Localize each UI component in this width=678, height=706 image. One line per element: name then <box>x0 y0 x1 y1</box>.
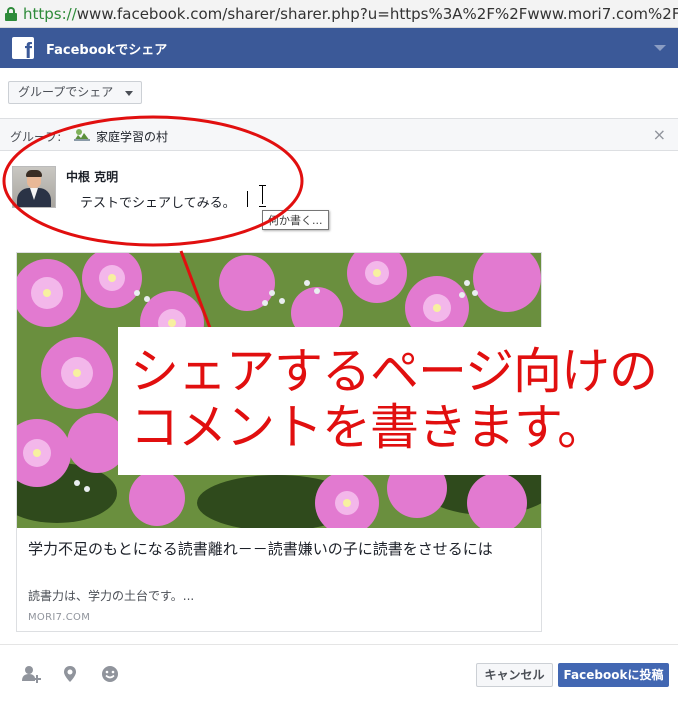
link-description: 読書力は、学力の土台です。... <box>28 589 195 603</box>
annotation-line-1: シェアするページ向けの <box>130 343 658 400</box>
feeling-icon[interactable] <box>99 663 121 685</box>
share-target-dropdown[interactable]: グループでシェア <box>8 81 143 104</box>
chevron-down-icon[interactable] <box>654 45 666 51</box>
lock-icon <box>4 6 18 21</box>
cancel-button[interactable]: キャンセル <box>476 663 553 687</box>
link-domain: MORI7.COM <box>28 612 91 623</box>
footer-divider <box>0 644 678 645</box>
dropdown-caret-icon <box>125 91 134 96</box>
close-icon[interactable]: × <box>653 125 666 144</box>
facebook-logo-icon: f <box>12 37 34 59</box>
tag-people-icon[interactable] <box>20 663 42 685</box>
facebook-header: f Facebookでシェア <box>0 28 678 68</box>
annotation-line-2: コメントを書きます。 <box>130 399 606 456</box>
url-text[interactable]: https://www.facebook.com/sharer/sharer.p… <box>23 5 678 23</box>
browser-address-bar[interactable]: https://www.facebook.com/sharer/sharer.p… <box>0 0 678 28</box>
dialog-title: Facebookでシェア <box>46 42 168 58</box>
annotation-text: シェアするページ向けの コメントを書きます。 <box>130 344 678 456</box>
post-to-facebook-button[interactable]: Facebookに投稿 <box>558 663 669 687</box>
location-icon[interactable] <box>59 663 81 685</box>
url-scheme: https:// <box>23 4 77 23</box>
share-target-label: グループでシェア <box>18 85 114 99</box>
url-path: www.facebook.com/sharer/sharer.php?u=htt… <box>76 4 678 23</box>
link-title[interactable]: 学力不足のもとになる読書離れ－－読書嫌いの子に読書をさせるには <box>28 539 528 560</box>
share-dialog-page: https://www.facebook.com/sharer/sharer.p… <box>0 0 678 706</box>
annotation-ellipse <box>2 115 304 247</box>
